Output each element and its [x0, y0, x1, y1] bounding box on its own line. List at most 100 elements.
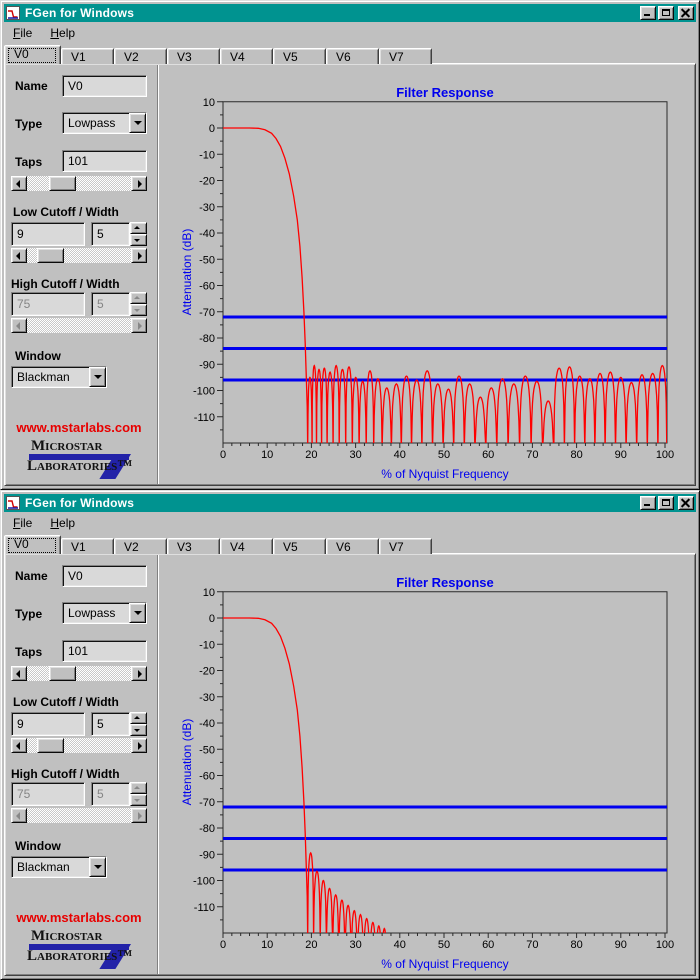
low-cutoff-scrollbar[interactable]	[11, 248, 147, 263]
low-width-input[interactable]	[91, 222, 130, 246]
tab-v1[interactable]: V1	[61, 538, 114, 554]
tab-v5[interactable]: V5	[273, 48, 326, 64]
tab-v3[interactable]: V3	[167, 48, 220, 64]
type-dropdown[interactable]: Lowpass	[62, 602, 147, 624]
tab-label: V2	[124, 540, 139, 554]
arrow-down-icon	[134, 799, 140, 802]
tab-v4[interactable]: V4	[220, 538, 273, 554]
titlebar-buttons	[640, 6, 694, 20]
scrollbar-track[interactable]	[27, 248, 131, 263]
type-dropdown-button[interactable]	[129, 603, 146, 623]
logo-line2: Laboratories™	[27, 948, 133, 964]
tab-v0[interactable]: V0	[4, 45, 61, 64]
taps-input[interactable]	[62, 640, 147, 662]
tab-v2[interactable]: V2	[114, 538, 167, 554]
scrollbar-thumb[interactable]	[37, 738, 64, 753]
arrow-down-icon	[134, 729, 140, 732]
window-dropdown-button[interactable]	[89, 367, 106, 387]
tab-strip: V0 V1 V2 V3 V4 V5 V6 V7	[4, 535, 696, 554]
low-width-input[interactable]	[91, 712, 130, 736]
high-width-spinner	[130, 782, 147, 806]
tab-v0[interactable]: V0	[4, 535, 61, 554]
low-cutoff-input[interactable]	[11, 712, 85, 736]
scroll-right-button	[131, 318, 147, 333]
tab-label: V7	[389, 50, 404, 64]
tab-label: V5	[283, 50, 298, 64]
tab-strip: V0 V1 V2 V3 V4 V5 V6 V7	[4, 45, 696, 64]
name-label: Name	[15, 569, 48, 583]
arrow-down-icon	[134, 239, 140, 242]
menu-item-file[interactable]: File	[4, 514, 41, 533]
type-dropdown[interactable]: Lowpass	[62, 112, 147, 134]
scroll-right-button[interactable]	[131, 666, 147, 681]
minimize-button[interactable]	[640, 6, 656, 20]
scroll-left-button[interactable]	[11, 248, 27, 263]
name-input[interactable]	[62, 565, 147, 587]
maximize-button[interactable]	[658, 6, 674, 20]
mstarlabs-link[interactable]: www.mstarlabs.com	[1, 420, 157, 435]
scroll-right-button[interactable]	[131, 738, 147, 753]
menu-item-file[interactable]: File	[4, 24, 41, 43]
scrollbar-thumb[interactable]	[49, 666, 76, 681]
spin-down-button	[130, 794, 147, 806]
chevron-down-icon	[94, 375, 102, 379]
tab-v4[interactable]: V4	[220, 48, 273, 64]
app-icon	[6, 496, 20, 510]
tab-v6[interactable]: V6	[326, 538, 379, 554]
type-dropdown-button[interactable]	[129, 113, 146, 133]
tab-v2[interactable]: V2	[114, 48, 167, 64]
low-cutoff-scrollbar[interactable]	[11, 738, 147, 753]
high-cutoff-label: High Cutoff / Width	[11, 767, 120, 781]
scroll-right-button	[131, 808, 147, 823]
high-cutoff-input	[11, 782, 85, 806]
tab-v3[interactable]: V3	[167, 538, 220, 554]
tab-v5[interactable]: V5	[273, 538, 326, 554]
taps-input[interactable]	[62, 150, 147, 172]
minimize-button[interactable]	[640, 496, 656, 510]
low-cutoff-label: Low Cutoff / Width	[13, 695, 119, 709]
maximize-button[interactable]	[658, 496, 674, 510]
minimize-icon	[644, 504, 650, 506]
low-cutoff-input[interactable]	[11, 222, 85, 246]
spin-up-button[interactable]	[130, 712, 147, 724]
window-function-dropdown[interactable]: Blackman	[11, 366, 107, 388]
window-function-dropdown[interactable]: Blackman	[11, 856, 107, 878]
scroll-left-button[interactable]	[11, 738, 27, 753]
high-width-spinner	[130, 292, 147, 316]
type-value: Lowpass	[68, 116, 116, 130]
low-width-spinner	[130, 222, 147, 246]
scroll-left-button[interactable]	[11, 666, 27, 681]
scroll-left-button[interactable]	[11, 176, 27, 191]
mstarlabs-link[interactable]: www.mstarlabs.com	[1, 910, 157, 925]
close-button[interactable]	[678, 496, 694, 510]
tab-v1[interactable]: V1	[61, 48, 114, 64]
scroll-right-button[interactable]	[131, 176, 147, 191]
spin-down-button[interactable]	[130, 724, 147, 736]
scroll-right-button[interactable]	[131, 248, 147, 263]
window-function-value: Blackman	[17, 370, 70, 384]
taps-scrollbar[interactable]	[11, 666, 147, 681]
tab-v6[interactable]: V6	[326, 48, 379, 64]
tab-v7[interactable]: V7	[379, 48, 432, 64]
scrollbar-thumb[interactable]	[49, 176, 76, 191]
taps-scrollbar[interactable]	[11, 176, 147, 191]
close-button[interactable]	[678, 6, 694, 20]
tab-label: V4	[230, 540, 245, 554]
arrow-left-icon	[16, 252, 20, 260]
menu-item-help[interactable]: Help	[41, 24, 84, 43]
scrollbar-track[interactable]	[27, 176, 131, 191]
type-label: Type	[15, 117, 43, 131]
scrollbar-track[interactable]	[27, 666, 131, 681]
menu-item-help[interactable]: Help	[41, 514, 84, 533]
tab-v7[interactable]: V7	[379, 538, 432, 554]
spin-down-button[interactable]	[130, 234, 147, 246]
scrollbar-thumb[interactable]	[37, 248, 64, 263]
scrollbar-track[interactable]	[27, 738, 131, 753]
chevron-down-icon	[134, 611, 142, 615]
low-cutoff-label: Low Cutoff / Width	[13, 205, 119, 219]
spin-up-button[interactable]	[130, 222, 147, 234]
tab-label: V1	[71, 540, 86, 554]
name-input[interactable]	[62, 75, 147, 97]
window-dropdown-button[interactable]	[89, 857, 106, 877]
high-cutoff-label: High Cutoff / Width	[11, 277, 120, 291]
